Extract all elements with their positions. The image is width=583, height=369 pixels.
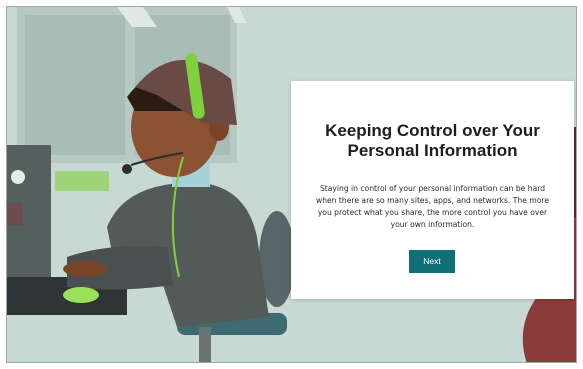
- mouse: [63, 287, 99, 303]
- dialog-body: Staying in control of your personal info…: [315, 184, 549, 229]
- slide-frame: Keeping Control over Your Personal Infor…: [6, 6, 577, 363]
- dialog-title: Keeping Control over Your Personal Infor…: [325, 121, 540, 160]
- chair-post: [199, 327, 211, 362]
- sticky-note: [55, 171, 109, 191]
- window-pane: [25, 15, 125, 155]
- sticker: [7, 203, 23, 225]
- hand: [63, 261, 107, 277]
- mic: [122, 164, 132, 174]
- skull-sticker: [11, 170, 25, 184]
- next-button[interactable]: Next: [409, 250, 455, 273]
